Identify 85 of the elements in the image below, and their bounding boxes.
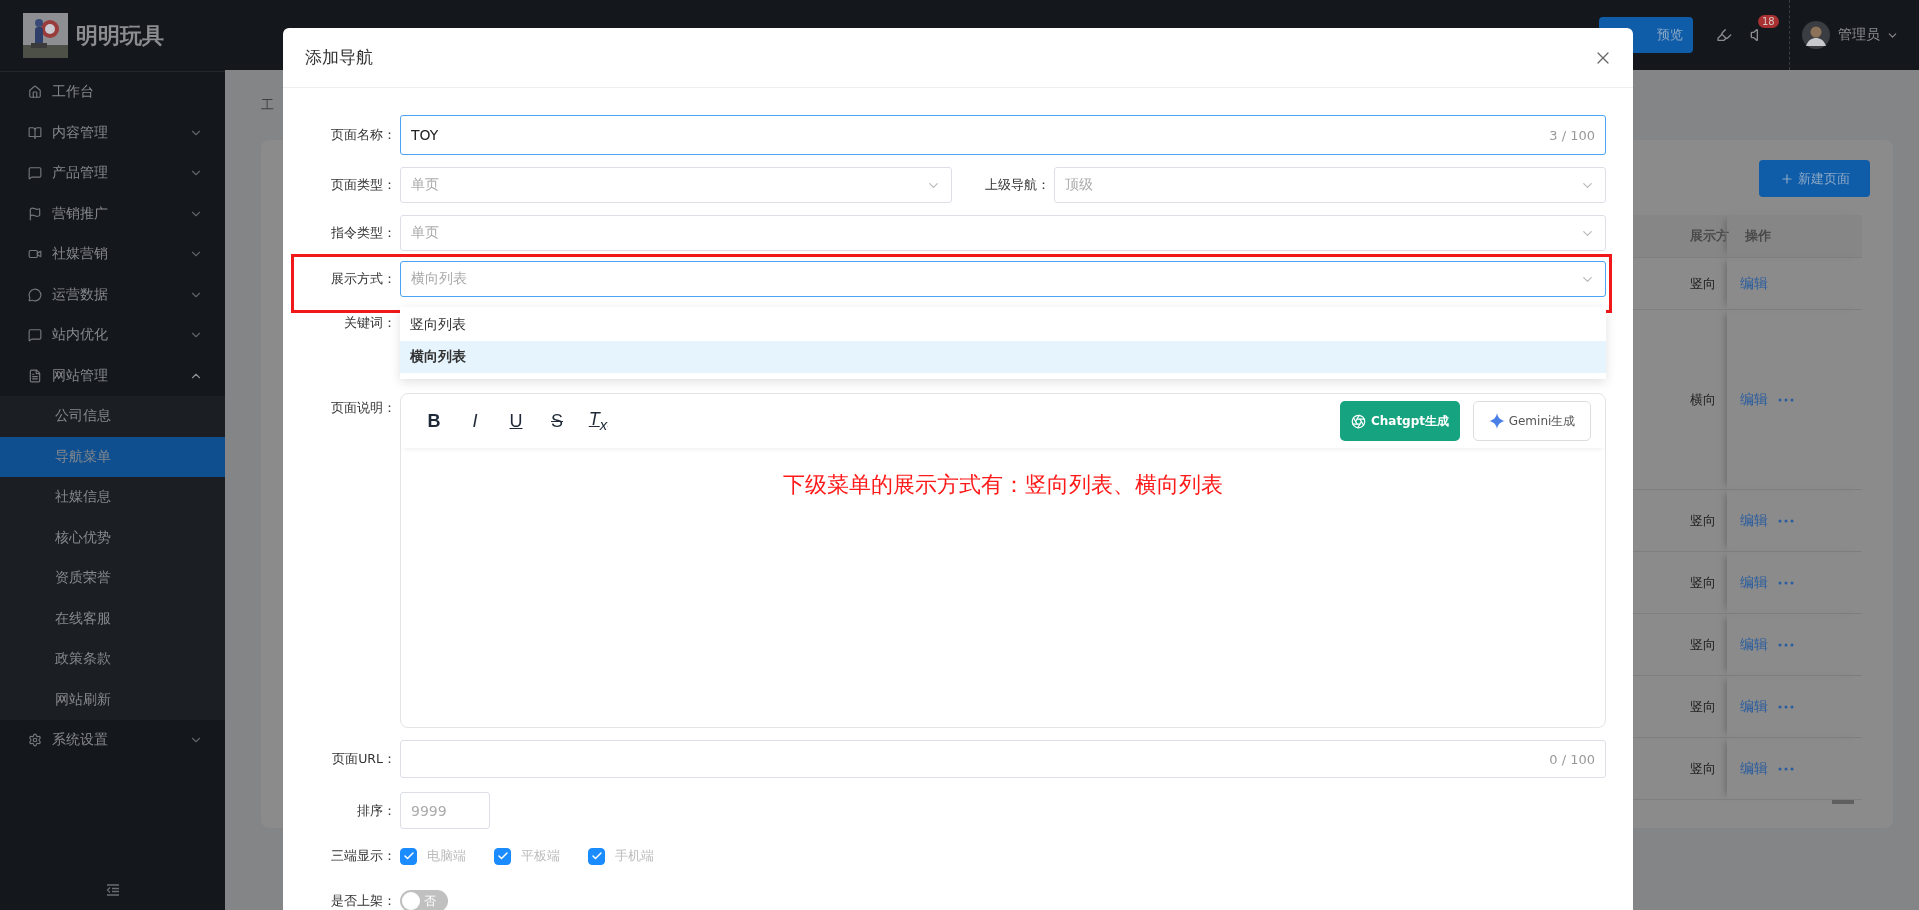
table-cell-text: 竖向	[1689, 573, 1717, 592]
chatgpt-button[interactable]: Chatgpt生成	[1340, 401, 1460, 441]
check-icon	[496, 850, 509, 862]
toolbar-button[interactable]: I	[464, 410, 486, 432]
checkbox-label: 手机端	[615, 847, 654, 865]
brand-name: 明明玩具	[76, 21, 164, 50]
sidebar-subitem[interactable]: 社媒信息	[0, 477, 225, 518]
sidebar-subitem[interactable]: 政策条款	[0, 639, 225, 680]
book-icon	[28, 125, 42, 140]
avatar-icon[interactable]	[1802, 21, 1830, 49]
scrollbar-thumb[interactable]	[1832, 800, 1854, 804]
card-icon	[28, 166, 42, 181]
checkbox[interactable]	[494, 847, 511, 865]
gear-icon	[28, 733, 42, 748]
more-icon[interactable]	[1778, 518, 1794, 523]
more-icon[interactable]	[1778, 580, 1794, 585]
more-icon[interactable]	[1778, 766, 1794, 771]
field-label: 关键词：	[343, 314, 397, 332]
more-icon[interactable]	[1778, 642, 1794, 647]
gemini-button[interactable]: Gemini生成	[1473, 401, 1591, 441]
column-header: 展示方	[1689, 227, 1727, 245]
toolbar-button[interactable]: U	[505, 410, 527, 432]
breadcrumb[interactable]: 工	[261, 96, 274, 114]
table-cell-text: 竖向	[1689, 697, 1717, 716]
plus-icon	[1779, 171, 1794, 186]
sidebar-item[interactable]: 社媒营销	[0, 234, 225, 275]
field-label: 是否上架：	[330, 892, 397, 910]
field-label: 上级导航：	[984, 176, 1051, 194]
house-icon	[28, 85, 42, 100]
field-label: 页面说明：	[330, 399, 397, 417]
dropdown-option[interactable]: 横向列表	[400, 341, 1606, 373]
field-label: 页面类型：	[330, 176, 397, 194]
checkbox[interactable]	[588, 847, 605, 865]
sidebar-item[interactable]: 系统设置	[0, 720, 225, 761]
notification-badge: 18	[1758, 15, 1779, 28]
input-field[interactable]: 0 / 100	[400, 740, 1606, 778]
field-label: 页面名称：	[330, 126, 397, 144]
more-icon[interactable]	[1778, 704, 1794, 709]
field-label: 三端显示：	[330, 847, 397, 865]
sidebar-item[interactable]: 网站管理	[0, 355, 225, 396]
table-cell-text: 竖向	[1689, 511, 1717, 530]
sidebar-subitem[interactable]: 资质荣誉	[0, 558, 225, 599]
dropdown-option[interactable]: 竖向列表	[400, 309, 1606, 341]
column-header: 操作	[1744, 227, 1771, 245]
sparkle-icon	[1488, 413, 1505, 429]
collapse-icon[interactable]	[105, 884, 120, 896]
sidebar-subitem[interactable]: 核心优势	[0, 517, 225, 558]
card-icon	[28, 328, 42, 343]
table-cell-text: 竖向	[1689, 274, 1717, 293]
editor-text: 下级菜单的展示方式有：竖向列表、横向列表	[783, 471, 1223, 499]
checkbox-label: 电脑端	[427, 847, 466, 865]
input-field[interactable]: TOY 3 / 100	[400, 115, 1606, 155]
sidebar-subitem[interactable]: 网站刷新	[0, 679, 225, 720]
checkbox-label: 平板端	[521, 847, 560, 865]
rich-text-editor[interactable]: B I U S T$_{x}$ Chatgpt生成 Gemini生成 下级菜单的展示方式有：竖向列表、横向列表	[400, 393, 1606, 728]
sidebar-item[interactable]: 站内优化	[0, 315, 225, 356]
sidebar-subitem[interactable]: 公司信息	[0, 396, 225, 437]
field-label: 排序：	[356, 802, 397, 820]
check-icon	[590, 850, 603, 862]
checkbox[interactable]	[400, 847, 417, 865]
toolbar-button[interactable]: T$_{x}$	[587, 409, 609, 433]
field-label: 展示方式：	[330, 270, 397, 288]
aperture-icon	[1350, 413, 1366, 429]
sidebar-item[interactable]: 内容管理	[0, 112, 225, 153]
toolbar-button[interactable]: S	[546, 410, 568, 432]
table-cell-text: 竖向	[1689, 759, 1717, 778]
pen-icon[interactable]	[1716, 27, 1732, 43]
new-page-button[interactable]: 新建页面	[1759, 160, 1870, 197]
document-icon	[28, 368, 42, 383]
sidebar-item[interactable]: 运营数据	[0, 274, 225, 315]
field-label: 指令类型：	[330, 224, 397, 242]
toolbar-button[interactable]: B	[423, 410, 445, 432]
sidebar-item[interactable]: 工作台	[0, 72, 225, 113]
table-cell-text: 竖向	[1689, 635, 1717, 654]
sidebar-item[interactable]: 营销推广	[0, 193, 225, 234]
user-name[interactable]: 管理员	[1838, 26, 1880, 44]
sidebar-subitem[interactable]: 在线客服	[0, 598, 225, 639]
more-icon[interactable]	[1778, 397, 1794, 402]
field-label: 页面URL：	[331, 750, 397, 768]
check-icon	[402, 850, 415, 862]
dialog-title: 添加导航	[305, 46, 373, 69]
chat-bubble-icon	[28, 287, 42, 302]
sidebar-item[interactable]: 产品管理	[0, 153, 225, 194]
flag-icon	[28, 206, 42, 221]
table-cell-text: 横向	[1689, 390, 1717, 409]
